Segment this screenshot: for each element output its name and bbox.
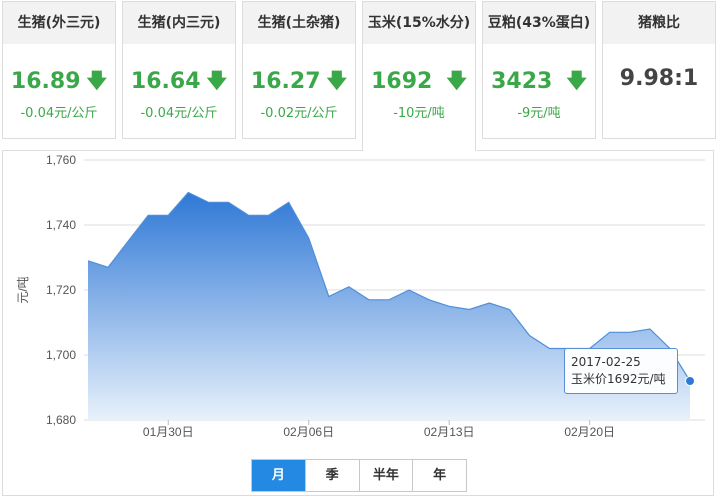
x-tick-label: 02月20日 — [564, 425, 615, 439]
chart-tooltip: 2017-02-25 玉米价1692元/吨 — [564, 348, 678, 394]
tab-half-year[interactable]: 半年 — [359, 460, 414, 491]
y-tick-label: 1,700 — [46, 348, 76, 362]
y-tick-label: 1,740 — [46, 218, 76, 232]
arrow-down-icon: 🡇 — [446, 68, 467, 92]
card-price-value: 1692 — [371, 69, 433, 94]
card-title: 玉米(15%水分) — [363, 2, 475, 44]
card-change: -10元/吨 — [393, 106, 445, 121]
tab-year[interactable]: 年 — [413, 460, 466, 491]
y-tick-label: 1,680 — [46, 413, 76, 427]
x-tick-label: 02月13日 — [424, 425, 475, 439]
x-tick-label: 02月06日 — [283, 425, 334, 439]
tooltip-date: 2017-02-25 — [571, 355, 641, 369]
y-tick-label: 1,720 — [46, 283, 76, 297]
x-tick-label: 01月30日 — [143, 425, 194, 439]
range-tabs: 月 季 半年 年 — [251, 459, 467, 492]
card-corn[interactable]: 玉米(15%水分) 1692 🡇 -10元/吨 — [362, 1, 476, 151]
tab-month[interactable]: 月 — [252, 460, 306, 491]
card-price: 1692 🡇 — [363, 66, 475, 100]
last-point-marker[interactable] — [685, 376, 695, 386]
y-axis-label: 元/吨 — [16, 276, 30, 303]
tooltip-value: 玉米价1692元/吨 — [571, 372, 666, 386]
tab-quarter[interactable]: 季 — [305, 460, 360, 491]
y-tick-label: 1,760 — [46, 153, 76, 167]
